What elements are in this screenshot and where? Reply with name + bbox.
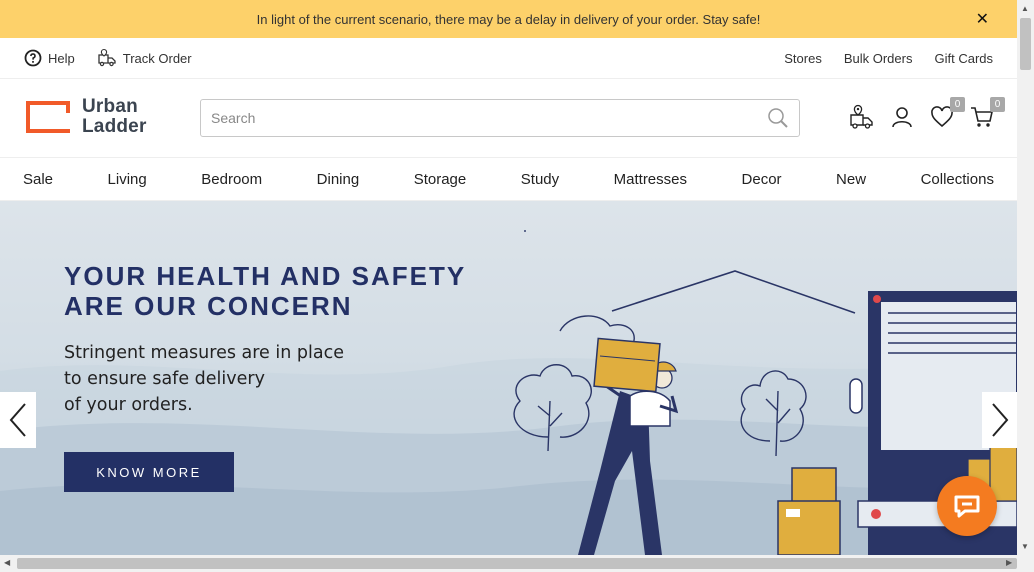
announcement-text: In light of the current scenario, there … (256, 11, 761, 27)
hero-headline-line1: YOUR HEALTH AND SAFETY (64, 261, 467, 291)
help-label: Help (48, 50, 75, 66)
nav-item-bedroom[interactable]: Bedroom (201, 171, 262, 188)
nav-item-living[interactable]: Living (108, 171, 147, 188)
hero-subtext: Stringent measures are in place to ensur… (64, 340, 384, 418)
main-header: Urban Ladder Search 0 0 (0, 79, 1017, 158)
track-order-label: Track Order (122, 50, 192, 66)
nav-item-storage[interactable]: Storage (414, 171, 467, 188)
hero-banner[interactable]: YOUR HEALTH AND SAFETY ARE OUR CONCERN S… (0, 201, 1017, 555)
store-locator-button[interactable] (849, 103, 875, 131)
chevron-right-icon (992, 403, 1009, 437)
close-icon[interactable]: ✕ (976, 9, 989, 29)
wishlist-count-badge: 0 (950, 97, 965, 112)
cart-button[interactable]: 0 (969, 97, 1005, 131)
gift-cards-link[interactable]: Gift Cards (934, 51, 993, 66)
vertical-scrollbar[interactable]: ▲ ▼ (1017, 0, 1034, 555)
nav-item-decor[interactable]: Decor (742, 171, 782, 188)
hero-subtext-line2: to ensure safe delivery (64, 369, 265, 389)
chevron-left-icon (9, 403, 26, 437)
carousel-prev-button[interactable] (0, 392, 36, 448)
nav-item-new[interactable]: New (836, 171, 866, 188)
carousel-next-button[interactable] (982, 392, 1018, 448)
help-icon (24, 49, 42, 67)
nav-item-sale[interactable]: Sale (23, 171, 53, 188)
chat-widget-button[interactable] (937, 476, 997, 536)
scroll-up-icon[interactable]: ▲ (1021, 4, 1029, 13)
nav-item-dining[interactable]: Dining (317, 171, 360, 188)
scroll-down-icon[interactable]: ▼ (1021, 542, 1029, 551)
help-link[interactable]: Help (24, 49, 75, 67)
logo-line1: Urban (82, 96, 138, 117)
logo-mark-icon (26, 101, 70, 133)
search-icon[interactable] (767, 107, 789, 129)
nav-item-mattresses[interactable]: Mattresses (614, 171, 687, 188)
hero-subtext-line1: Stringent measures are in place (64, 343, 344, 363)
account-button[interactable] (889, 103, 915, 131)
horizontal-scroll-thumb[interactable] (17, 558, 1017, 569)
cart-count-badge: 0 (990, 97, 1005, 112)
nav-item-study[interactable]: Study (521, 171, 559, 188)
hero-subtext-line3: of your orders. (64, 395, 193, 415)
horizontal-scrollbar[interactable]: ◀ ▶ (0, 555, 1034, 572)
scroll-right-icon[interactable]: ▶ (1006, 558, 1012, 567)
nav-item-collections[interactable]: Collections (921, 171, 994, 188)
category-nav: Sale Living Bedroom Dining Storage Study… (0, 158, 1017, 201)
utility-bar: Help Track Order Stores Bulk Orders Gift… (0, 38, 1017, 79)
store-locator-icon (850, 104, 873, 129)
user-icon (892, 107, 912, 128)
track-order-link[interactable]: Track Order (97, 48, 192, 68)
chat-icon (954, 495, 980, 518)
scroll-left-icon[interactable]: ◀ (4, 558, 10, 567)
stores-link[interactable]: Stores (784, 51, 822, 66)
urban-ladder-logo[interactable]: Urban Ladder (24, 97, 147, 137)
logo-line2: Ladder (82, 116, 147, 137)
vertical-scroll-thumb[interactable] (1020, 18, 1031, 70)
hero-headline: YOUR HEALTH AND SAFETY ARE OUR CONCERN (64, 261, 534, 321)
know-more-button[interactable]: KNOW MORE (64, 452, 234, 492)
search-box (200, 99, 800, 137)
delivery-truck-icon (98, 48, 116, 67)
bulk-orders-link[interactable]: Bulk Orders (844, 51, 913, 66)
wishlist-button[interactable]: 0 (929, 97, 965, 131)
announcement-bar: In light of the current scenario, there … (0, 0, 1017, 38)
hero-headline-line2: ARE OUR CONCERN (64, 291, 353, 321)
search-input[interactable] (211, 110, 767, 126)
